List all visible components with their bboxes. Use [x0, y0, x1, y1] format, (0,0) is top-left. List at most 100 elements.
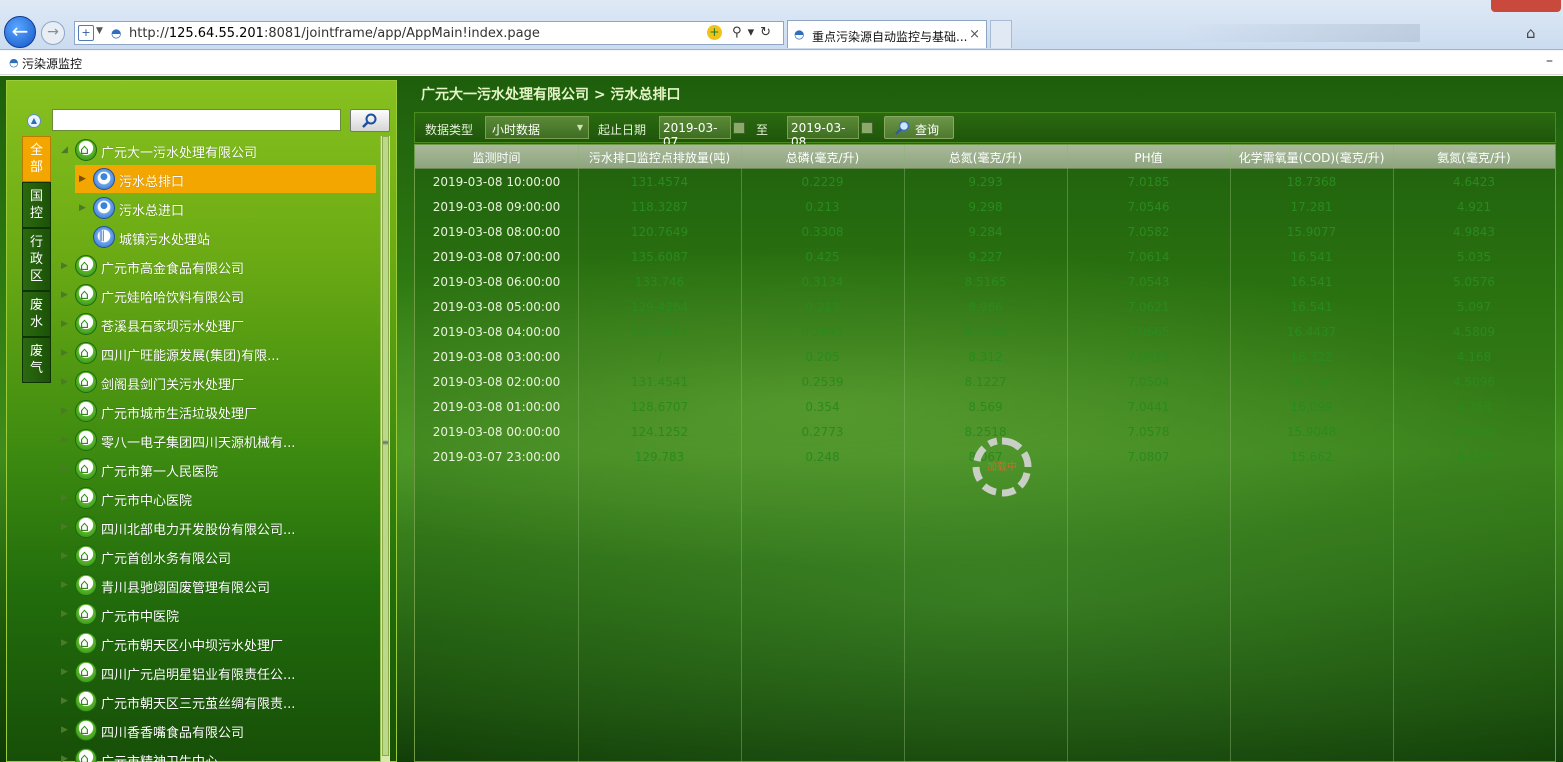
- expand-arrow-icon[interactable]: ▶: [61, 464, 69, 474]
- company-icon: [75, 661, 97, 683]
- refresh-icon[interactable]: ↻: [760, 25, 777, 40]
- table-row[interactable]: 2019-03-08 03:00:00 / 0.205 8.312 7.0618 16.3…: [415, 345, 1555, 370]
- tree-node[interactable]: ▶ 四川香香嘴食品有限公司: [53, 716, 378, 745]
- collapse-up-icon[interactable]: ▲: [27, 114, 41, 128]
- tree-node[interactable]: ▶ 广元市中心医院: [53, 484, 378, 513]
- tree-node[interactable]: ▶ 污水总进口: [53, 194, 378, 223]
- sidebar-tab[interactable]: 行 政 区: [22, 228, 51, 291]
- tree-node[interactable]: ◢ 广元大一污水处理有限公司: [53, 136, 378, 165]
- start-date-calendar-icon[interactable]: [733, 122, 745, 134]
- tree-node-label: 城镇污水处理站: [119, 233, 211, 248]
- tree-node-label: 零八一电子集团四川天源机械有...: [101, 436, 296, 451]
- table-cell: 2019-03-08 03:00:00: [432, 350, 561, 364]
- tree-node[interactable]: ▶ 四川广元启明星铝业有限责任公...: [53, 658, 378, 687]
- address-bar[interactable]: + ▼ ◓ http://125.64.55.201:8081/jointfra…: [74, 21, 784, 45]
- sidebar-tab[interactable]: 废 水: [22, 291, 51, 337]
- table-row[interactable]: 2019-03-08 04:00:00 123.7817 0.2693 8.2756 7…: [415, 320, 1555, 345]
- compat-shield-icon[interactable]: +: [78, 25, 94, 41]
- expand-arrow-icon[interactable]: ▶: [61, 609, 69, 619]
- tree-node[interactable]: ▶ 零八一电子集团四川天源机械有...: [53, 426, 378, 455]
- expand-arrow-icon[interactable]: ▶: [79, 174, 87, 184]
- back-button[interactable]: ←: [4, 16, 36, 48]
- expand-arrow-icon[interactable]: ▶: [61, 725, 69, 735]
- expand-arrow-icon[interactable]: ▶: [61, 261, 69, 271]
- table-row[interactable]: 2019-03-08 06:00:00 133.746 0.3134 8.5165 7.…: [415, 270, 1555, 295]
- sidebar-vertical-tabs: 全 部国 控行 政 区废 水废 气: [22, 136, 51, 383]
- data-type-select[interactable]: 小时数据 ▼: [485, 116, 589, 139]
- column-header[interactable]: 化学需氧量(COD)(毫克/升): [1230, 149, 1393, 166]
- column-header[interactable]: 监测时间: [415, 149, 578, 166]
- tree-node[interactable]: ▶ 剑阁县剑门关污水处理厂: [53, 368, 378, 397]
- table-row[interactable]: 2019-03-08 05:00:00 129.4264 0.213 8.986 7.0…: [415, 295, 1555, 320]
- tree-node[interactable]: ▶ 广元市城市生活垃圾处理厂: [53, 397, 378, 426]
- expand-arrow-icon[interactable]: ▶: [61, 435, 69, 445]
- end-date-calendar-icon[interactable]: [861, 122, 873, 134]
- end-date-input[interactable]: 2019-03-08: [787, 116, 859, 149]
- column-header[interactable]: 总磷(毫克/升): [741, 149, 904, 166]
- tree-node[interactable]: 城镇污水处理站: [53, 223, 378, 252]
- expand-arrow-icon[interactable]: ▶: [61, 754, 69, 762]
- tree-node[interactable]: ▶ 污水总排口: [53, 165, 378, 194]
- chevron-down-icon[interactable]: ▼: [96, 26, 103, 36]
- tree-node[interactable]: ▶ 广元市朝天区小中坝污水处理厂: [53, 629, 378, 658]
- window-close-button[interactable]: [1491, 0, 1561, 12]
- expand-arrow-icon[interactable]: ▶: [61, 348, 69, 358]
- tree-node[interactable]: ▶ 广元娃哈哈饮料有限公司: [53, 281, 378, 310]
- search-input[interactable]: [52, 109, 341, 131]
- table-row[interactable]: 2019-03-08 07:00:00 135.6087 0.425 9.227 7.0…: [415, 245, 1555, 270]
- table-row[interactable]: 2019-03-08 02:00:00 131.4541 0.2539 8.1227 7…: [415, 370, 1555, 395]
- expand-arrow-icon[interactable]: ▶: [61, 406, 69, 416]
- expand-arrow-icon[interactable]: ▶: [61, 667, 69, 677]
- chevron-down-icon[interactable]: ▾: [748, 25, 761, 40]
- forward-button[interactable]: →: [41, 21, 65, 45]
- addon-icon[interactable]: +: [706, 25, 722, 40]
- tree-node[interactable]: ▶ 广元市精神卫生中心: [53, 745, 378, 762]
- column-header[interactable]: 总氮(毫克/升): [904, 149, 1067, 166]
- column-header[interactable]: 氨氮(毫克/升): [1393, 149, 1555, 166]
- expand-arrow-icon[interactable]: ▶: [61, 696, 69, 706]
- tree-node-label: 广元市中心医院: [101, 494, 193, 509]
- table-row[interactable]: 2019-03-08 10:00:00 131.4574 0.2229 9.293 7.…: [415, 170, 1555, 195]
- search-icon[interactable]: ⚲: [732, 25, 748, 40]
- expand-arrow-icon[interactable]: ▶: [61, 290, 69, 300]
- expand-arrow-icon[interactable]: ▶: [61, 493, 69, 503]
- column-header[interactable]: PH值: [1067, 149, 1230, 166]
- expand-arrow-icon[interactable]: ▶: [61, 522, 69, 532]
- tree-node[interactable]: ▶ 广元首创水务有限公司: [53, 542, 378, 571]
- table-cell: 0.3134: [801, 275, 844, 289]
- tree-node[interactable]: ▶ 广元市高金食品有限公司: [53, 252, 378, 281]
- home-icon[interactable]: ⌂: [1526, 24, 1544, 42]
- sidebar-scrollbar[interactable]: ≡: [380, 136, 390, 762]
- sidebar-tab[interactable]: 国 控: [22, 182, 51, 228]
- sidebar-tab[interactable]: 全 部: [22, 136, 51, 182]
- collapse-arrow-icon[interactable]: ◢: [61, 145, 69, 155]
- column-header[interactable]: 污水排口监控点排放量(吨): [578, 149, 741, 166]
- tree-node[interactable]: ▶ 广元市第一人民医院: [53, 455, 378, 484]
- tree-node-label: 广元大一污水处理有限公司: [101, 146, 258, 161]
- table-row[interactable]: 2019-03-08 01:00:00 128.6707 0.354 8.569 7.0…: [415, 395, 1555, 420]
- tree-node[interactable]: ▶ 四川广旺能源发展(集团)有限...: [53, 339, 378, 368]
- browser-tab-active[interactable]: ◓ 重点污染源自动监控与基础... ×: [787, 20, 987, 48]
- expand-arrow-icon[interactable]: ▶: [61, 319, 69, 329]
- minimize-button[interactable]: –: [1546, 53, 1553, 69]
- new-tab-button[interactable]: [990, 20, 1012, 48]
- company-icon: [75, 487, 97, 509]
- tree-node[interactable]: ▶ 广元市中医院: [53, 600, 378, 629]
- tree-node[interactable]: ▶ 四川北部电力开发股份有限公司...: [53, 513, 378, 542]
- table-row[interactable]: 2019-03-08 08:00:00 120.7649 0.3308 9.284 7.…: [415, 220, 1555, 245]
- url-text[interactable]: http://125.64.55.201:8081/jointframe/app…: [129, 26, 540, 41]
- query-button[interactable]: 查询: [884, 116, 954, 139]
- close-tab-icon[interactable]: ×: [969, 27, 980, 42]
- expand-arrow-icon[interactable]: ▶: [79, 203, 87, 213]
- sidebar-tab[interactable]: 废 气: [22, 337, 51, 383]
- expand-arrow-icon[interactable]: ▶: [61, 551, 69, 561]
- tree-node[interactable]: ▶ 苍溪县石家坝污水处理厂: [53, 310, 378, 339]
- search-button[interactable]: [350, 109, 390, 132]
- table-row[interactable]: 2019-03-08 09:00:00 118.3287 0.213 9.298 7.0…: [415, 195, 1555, 220]
- tree-node[interactable]: ▶ 青川县驰翊固废管理有限公司: [53, 571, 378, 600]
- tree-node[interactable]: ▶ 广元市朝天区三元茧丝绸有限责...: [53, 687, 378, 716]
- expand-arrow-icon[interactable]: ▶: [61, 580, 69, 590]
- expand-arrow-icon[interactable]: ▶: [61, 377, 69, 387]
- expand-arrow-icon[interactable]: ▶: [61, 638, 69, 648]
- start-date-input[interactable]: 2019-03-07: [659, 116, 731, 149]
